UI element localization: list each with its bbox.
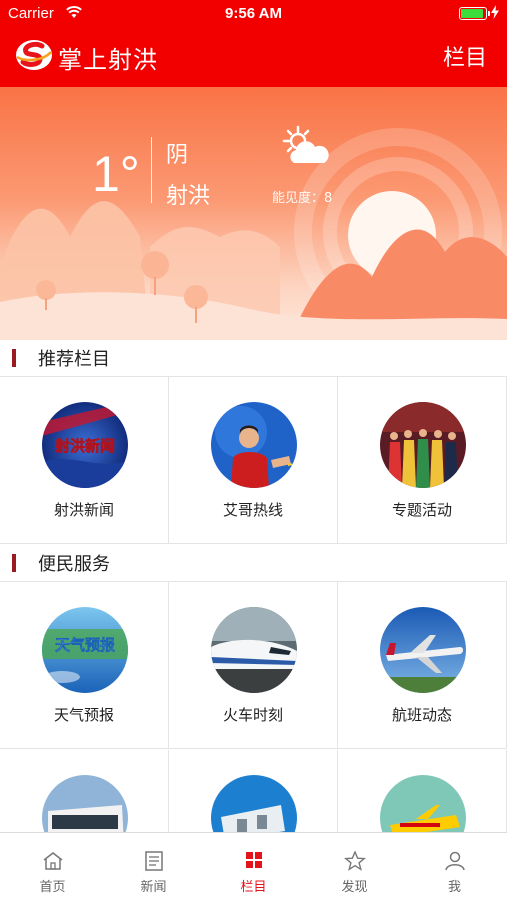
section-marker [12,554,16,572]
thumb-text: 射洪新闻 [54,437,115,455]
grid-item-label: 艾哥热线 [222,501,283,519]
tab-me[interactable]: 我 [404,833,505,900]
section-title: 推荐栏目 [38,349,110,370]
grid-item-label: 天气预报 [53,706,114,724]
weather-banner[interactable]: 1° 阴 射洪 能见度：8 [0,87,507,340]
grid-item-label: 航班动态 [391,706,452,724]
weather-city: 射洪 [166,184,211,209]
tab-label: 栏目 [240,880,267,895]
bottom-tab-bar: 首页 新闻 栏目 发现 我 [0,832,507,900]
services-grid: 天气预报 天气预报 火车时刻 航班动态 [0,581,507,832]
grid-item-surveillance[interactable] [169,750,338,832]
section-header-recommended: 推荐栏目 [0,340,507,376]
grid-item-label: 射洪新闻 [53,501,114,519]
news-icon [145,851,163,871]
svg-text:?: ? [287,462,295,478]
weather-forecast-thumbnail: 天气预报 [42,607,128,693]
tab-news[interactable]: 新闻 [103,833,204,900]
recommended-grid: 射洪新闻 射洪新闻 ? 艾哥热线 专题活动 [0,376,507,544]
star-icon [344,851,366,871]
thumb-text: 天气预报 [55,636,115,654]
tab-home[interactable]: 首页 [2,833,103,900]
columns-link[interactable]: 栏目 [443,40,487,72]
charging-icon [491,5,499,19]
flight-status-thumbnail [380,607,466,693]
section-marker [12,349,16,367]
grid-item-weather-forecast[interactable]: 天气预报 天气预报 [0,582,169,749]
grid-item-flight-status[interactable]: 航班动态 [338,582,507,749]
grid-item-bus[interactable] [0,750,169,832]
grid-item-special-events[interactable]: 专题活动 [338,377,507,544]
partly-cloudy-icon [282,125,329,163]
surveillance-thumbnail [211,775,297,832]
tab-label: 新闻 [140,880,167,895]
section-title: 便民服务 [38,554,110,575]
temperature: 1° [92,146,140,202]
home-icon [43,852,63,870]
grid-item-sheshong-news[interactable]: 射洪新闻 射洪新闻 [0,377,169,544]
app-title: 掌上射洪 [58,46,158,74]
grid-item-label: 专题活动 [391,501,452,519]
bus-thumbnail [42,775,128,832]
grid-icon [246,852,262,868]
user-icon [445,851,465,871]
tab-columns[interactable]: 栏目 [203,833,304,900]
app-logo-icon [16,40,52,70]
status-bar: Carrier 9:56 AM [0,0,507,27]
special-events-thumbnail [380,402,466,488]
status-time: 9:56 AM [225,5,282,22]
grid-item-train-schedule[interactable]: 火车时刻 [169,582,338,749]
section-header-services: 便民服务 [0,545,507,581]
tab-label: 首页 [39,880,66,895]
visibility-text: 能见度：8 [272,191,333,206]
tab-discover[interactable]: 发现 [304,833,405,900]
top-header: Carrier 9:56 AM 掌上射洪 栏目 [0,0,507,87]
express-thumbnail [380,775,466,832]
train-schedule-thumbnail [211,607,297,693]
tab-label: 我 [447,880,461,895]
aige-hotline-thumbnail: ? [211,402,297,488]
weather-condition: 阴 [166,143,189,168]
tab-label: 发现 [341,880,368,895]
grid-item-label: 火车时刻 [222,706,283,724]
grid-item-express[interactable] [338,750,507,832]
grid-item-aige-hotline[interactable]: ? 艾哥热线 [169,377,338,544]
weather-landscape-illustration [0,128,507,340]
temperature-divider [151,137,152,203]
sheshong-news-thumbnail: 射洪新闻 [42,402,128,488]
nav-bar: 掌上射洪 栏目 [0,27,507,87]
battery-icon [459,7,490,20]
